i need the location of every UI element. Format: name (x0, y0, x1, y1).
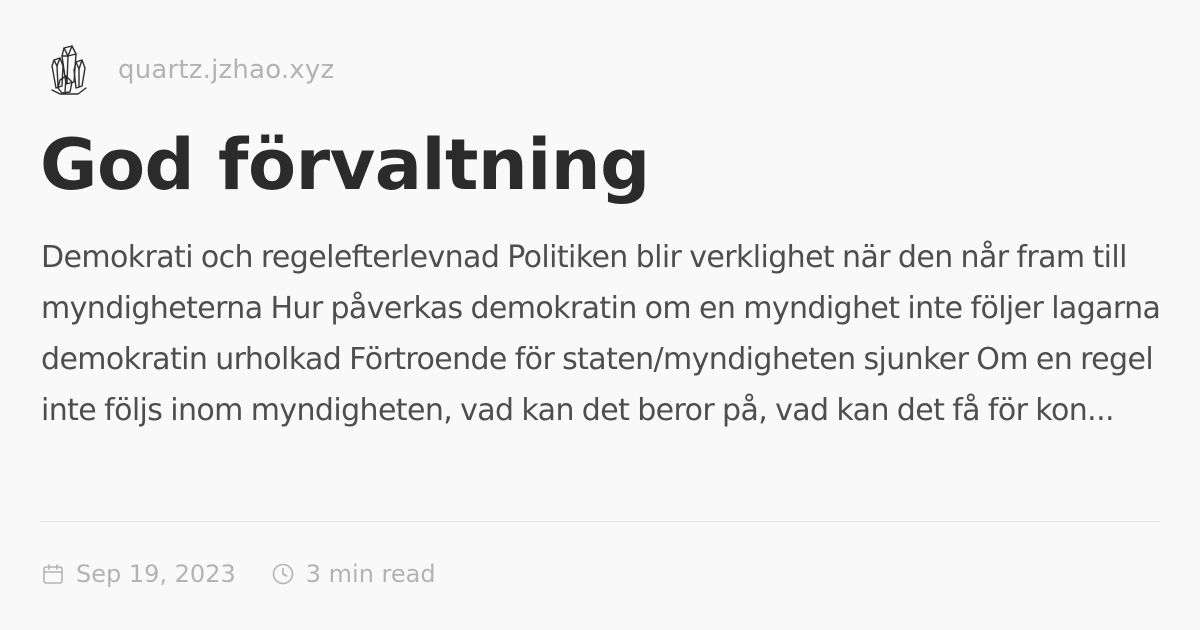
publish-date-text: Sep 19, 2023 (76, 560, 236, 588)
article-meta: Sep 19, 2023 3 min read (40, 556, 436, 592)
reading-time-text: 3 min read (305, 560, 436, 588)
article-excerpt: Demokrati och regelefterlevnad Politiken… (41, 240, 1161, 428)
crystal-cluster-icon (44, 42, 92, 98)
clock-icon (270, 561, 296, 587)
publish-date: Sep 19, 2023 (40, 560, 236, 588)
calendar-icon (40, 561, 66, 587)
site-url[interactable]: quartz.jzhao.xyz (118, 55, 334, 85)
page-title: God förvaltning (40, 124, 650, 206)
reading-time: 3 min read (270, 560, 436, 588)
site-header: quartz.jzhao.xyz (44, 40, 334, 100)
og-preview-card: quartz.jzhao.xyz God förvaltning Demokra… (0, 0, 1200, 630)
divider (40, 521, 1160, 522)
